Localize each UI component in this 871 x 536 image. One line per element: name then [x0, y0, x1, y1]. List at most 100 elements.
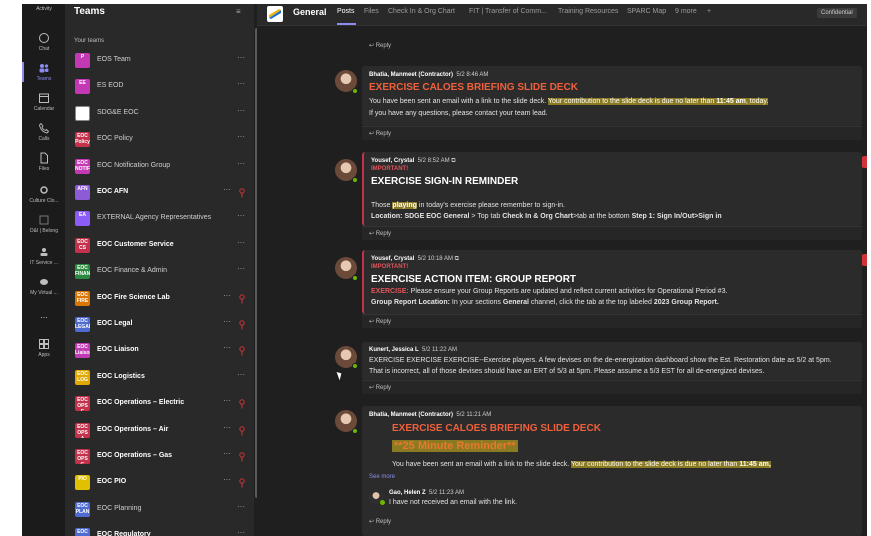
team-item[interactable]: EOC LEGAL EOC Legal ··· [66, 314, 254, 336]
rail-teams[interactable]: Teams [22, 62, 66, 82]
post-subject: EXERCISE SIGN-IN REMINDER [371, 176, 519, 187]
reply-button[interactable]: ↩ Reply [369, 318, 391, 325]
tab-more[interactable]: 9 more [675, 8, 697, 15]
team-name: ES EOD [97, 82, 124, 90]
team-item[interactable]: EOC OPS G EOC Operations – Gas ··· [66, 446, 254, 468]
more-options-icon[interactable]: ··· [237, 211, 245, 220]
mention-alert-icon [239, 188, 245, 198]
team-name: EOC Policy [97, 135, 133, 143]
mention-alert-icon [239, 452, 245, 462]
more-options-icon[interactable]: ··· [237, 79, 245, 88]
rail-calendar[interactable]: Calendar [22, 92, 66, 112]
team-item[interactable]: EOC PLAN EOC Planning ··· [66, 499, 254, 521]
rail-chat[interactable]: Chat [22, 32, 66, 52]
team-item[interactable]: EA EXTERNAL Agency Representatives ··· [66, 208, 254, 230]
team-item[interactable]: EOC FINAN EOC Finance & Admin ··· [66, 261, 254, 283]
rail-activity[interactable]: Activity [22, 6, 66, 12]
team-name: EOC Finance & Admin [97, 267, 168, 275]
more-options-icon[interactable]: ··· [223, 449, 231, 458]
team-item[interactable]: EOC NOTIFY EOC Notification Group ··· [66, 156, 254, 178]
more-options-icon[interactable]: ··· [223, 423, 231, 432]
team-avatar [75, 105, 90, 121]
team-avatar: EE [75, 79, 90, 95]
belong-icon [39, 215, 49, 225]
rail-it-service[interactable]: IT Service ... [22, 246, 66, 266]
post-body-line: That is incorrect, all of those devises … [369, 368, 765, 375]
tab-sparc-map[interactable]: SPARC Map [627, 8, 666, 15]
team-item[interactable]: EOC CS EOC Customer Service ··· [66, 235, 254, 257]
reply-button[interactable]: ↩ Reply [369, 42, 391, 49]
rail-more[interactable]: ... [22, 310, 66, 320]
tab-posts[interactable]: Posts [337, 8, 355, 15]
more-options-icon[interactable]: ··· [237, 264, 245, 273]
see-more-link[interactable]: See more [369, 474, 395, 480]
rail-belong[interactable]: D&I | Belong [22, 214, 66, 234]
rail-label: Calendar [33, 106, 55, 112]
more-options-icon[interactable]: ··· [223, 185, 231, 194]
team-item[interactable]: EE ES EOD ··· [66, 76, 254, 98]
team-item[interactable]: PIO EOC PIO ··· [66, 472, 254, 494]
more-options-icon[interactable]: ··· [237, 238, 245, 247]
more-options-icon[interactable]: ··· [237, 159, 245, 168]
reply-button[interactable]: ↩ Reply [369, 384, 391, 391]
more-options-icon[interactable]: ··· [237, 106, 245, 115]
team-item[interactable]: SDG&E EOC ··· [66, 103, 254, 125]
post-body-line: If you have any questions, please contac… [369, 110, 548, 117]
team-name: EOC Notification Group [97, 161, 171, 169]
reply-text: I have not received an email with the li… [389, 499, 518, 506]
more-options-icon[interactable]: ··· [223, 343, 231, 352]
post-body-line: EXERCISE EXERCISE EXERCISE--Exercise pla… [369, 357, 832, 364]
mention-alert-icon [239, 399, 245, 409]
post-card: Bhatia, Manmeet (Contractor) 5/2 8:46 AM… [362, 66, 862, 126]
team-avatar: EOC Liaison [75, 343, 90, 359]
reply-button[interactable]: ↩ Reply [369, 130, 391, 137]
team-item[interactable]: EOC OPS E EOC Operations – Electric ··· [66, 393, 254, 415]
team-item[interactable]: EOC Liaison EOC Liaison ··· [66, 340, 254, 362]
rail-calls[interactable]: Calls [22, 122, 66, 142]
more-options-icon[interactable]: ··· [237, 53, 245, 62]
team-item[interactable]: P EOS Team ··· [66, 50, 254, 72]
tab-transfer[interactable]: FIT | Transfer of Comm... [469, 8, 547, 15]
add-tab-button[interactable]: + [707, 8, 711, 15]
team-item[interactable]: EOC LOG EOC Logistics ··· [66, 367, 254, 389]
team-avatar: PIO [75, 475, 90, 491]
rail-label: Activity [36, 6, 52, 12]
more-options-icon[interactable]: ··· [237, 370, 245, 379]
rail-apps[interactable]: Apps [22, 338, 66, 358]
reply-button[interactable]: ↩ Reply [369, 518, 391, 525]
rail-label: Culture Clo... [29, 198, 59, 204]
apps-icon [39, 339, 49, 349]
presence-indicator [352, 428, 358, 434]
tab-files[interactable]: Files [364, 8, 379, 15]
team-item[interactable]: EOC Policy EOC Policy ··· [66, 129, 254, 151]
tab-check-in[interactable]: Check In & Org Chart [388, 8, 455, 15]
rail-label: Apps [38, 352, 50, 358]
team-item[interactable]: AFN EOC AFN ··· [66, 182, 254, 204]
more-options-icon[interactable]: ··· [237, 132, 245, 141]
mention-alert-icon [239, 425, 245, 436]
team-name: EOC AFN [97, 188, 129, 195]
team-item[interactable]: EOC FIRE EOC Fire Science Lab ··· [66, 288, 254, 310]
more-options-icon[interactable]: ··· [223, 396, 231, 405]
team-item[interactable]: EOC EOC Regulatory ··· [66, 525, 254, 536]
rail-my-virtual[interactable]: My Virtual ... [22, 276, 66, 296]
rail-label: D&I | Belong [30, 228, 58, 234]
team-name: EOC Legal [97, 320, 133, 327]
team-logo [267, 6, 283, 22]
more-options-icon[interactable]: ··· [223, 291, 231, 300]
filter-icon[interactable]: ≡ [236, 7, 241, 16]
team-name: EOC Operations – Electric [97, 399, 185, 407]
more-options-icon[interactable]: ··· [223, 475, 231, 484]
rail-label: Files [38, 166, 50, 172]
rail-culture[interactable]: Culture Clo... [22, 184, 66, 204]
team-item[interactable]: EOC OPS A EOC Operations – Air ··· [66, 420, 254, 442]
more-options-icon[interactable]: ··· [237, 528, 245, 536]
team-name: EOC Fire Science Lab [97, 293, 170, 301]
reply-button[interactable]: ↩ Reply [369, 230, 391, 237]
more-options-icon[interactable]: ··· [237, 502, 245, 511]
virtual-icon [40, 279, 48, 285]
rail-files[interactable]: Files [22, 152, 66, 172]
more-options-icon[interactable]: ··· [223, 317, 231, 326]
tab-training[interactable]: Training Resources [558, 8, 618, 15]
team-name: EXTERNAL Agency Representatives [97, 214, 212, 222]
